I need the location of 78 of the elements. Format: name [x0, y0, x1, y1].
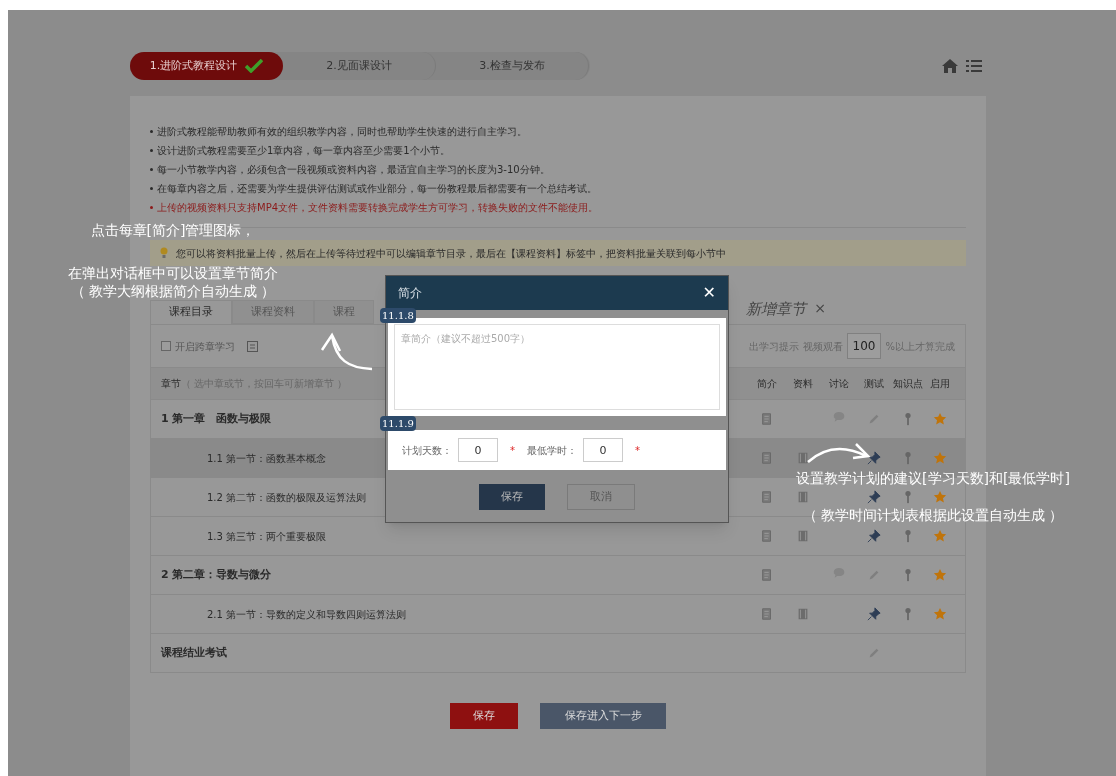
step-tab[interactable]: 2.见面课设计	[283, 52, 436, 80]
key-icon[interactable]	[904, 568, 912, 582]
pencil-icon[interactable]	[867, 646, 881, 660]
annotation-text: 设置教学计划的建议[学习天数]和[最低学时]	[796, 470, 1070, 486]
column-header: 章节	[161, 377, 181, 391]
home-icon[interactable]	[942, 59, 958, 73]
pencil-icon[interactable]	[867, 412, 881, 426]
step-tab[interactable]: 1.进阶式教程设计	[130, 52, 283, 80]
key-icon[interactable]	[904, 451, 912, 465]
save-button[interactable]: 保存	[450, 703, 518, 729]
film-icon[interactable]	[796, 607, 810, 621]
days-field[interactable]: 0	[458, 438, 498, 462]
close-button[interactable]: ✕	[702, 281, 716, 305]
bullet-icon	[150, 149, 153, 152]
document-icon[interactable]	[760, 412, 774, 426]
curved-arrow	[806, 440, 872, 466]
tip-text: 您可以将资料批量上传，然后在上传等待过程中可以编辑章节目录，最后在【课程资料】标签中，把资料批量关联到每小节中	[176, 246, 726, 261]
document-icon[interactable]	[760, 490, 774, 504]
note-text: 在每章内容之后，还需要为学生提供评估测试或作业部分，每一份教程最后都需要有一个总结考试。	[157, 182, 597, 196]
curved-arrow	[318, 332, 374, 372]
note-text: 进阶式教程能帮助教师有效的组织教学内容，同时也帮助学生快速的进行自主学习。	[157, 125, 527, 139]
intro-field[interactable]: 章简介（建议不超过500字）	[394, 324, 720, 410]
key-icon[interactable]	[904, 607, 912, 621]
document-icon[interactable]	[760, 451, 774, 465]
document-icon[interactable]	[760, 529, 774, 543]
key-icon[interactable]	[904, 490, 912, 504]
annotation-text: 点击每章[简介]管理图标，	[90, 222, 256, 238]
tab[interactable]: 课程目录	[150, 300, 232, 324]
list-icon[interactable]	[966, 59, 982, 73]
column-header: 讨论	[828, 377, 850, 391]
close-button[interactable]: ×	[814, 298, 826, 320]
pushpin-icon[interactable]	[867, 451, 881, 465]
star-icon[interactable]	[933, 568, 947, 582]
note-text: 上传的视频资料只支持MP4文件，文件资料需要转换完成学生方可学习，转换失败的文件不能使用。	[157, 201, 599, 215]
checkmark-icon	[245, 59, 264, 73]
film-icon[interactable]	[796, 529, 810, 543]
star-icon[interactable]	[933, 607, 947, 621]
annotation-text: （ 教学时间计划表根据此设置自动生成 ）	[802, 507, 1064, 523]
field-label: 最低学时：	[527, 443, 577, 458]
bullet-icon	[150, 168, 153, 171]
pencil-icon[interactable]	[867, 568, 881, 582]
add-chapter-link[interactable]: 新增章节	[746, 297, 807, 320]
key-icon[interactable]	[904, 529, 912, 543]
star-icon[interactable]	[933, 490, 947, 504]
annotation-text: （ 教学大纲根据简介自动生成 ）	[70, 283, 276, 299]
hours-field[interactable]: 0	[583, 438, 623, 462]
help-icon[interactable]	[247, 340, 258, 352]
column-header: 简介	[756, 377, 778, 391]
bullet-icon	[150, 187, 153, 190]
note-text: 每一小节教学内容，必须包含一段视频或资料内容，最适宜自主学习的长度为3-10分钟。	[157, 163, 550, 177]
film-icon[interactable]	[796, 490, 810, 504]
document-icon[interactable]	[760, 568, 774, 582]
lightbulb-icon	[160, 247, 168, 259]
bullet-icon	[150, 130, 153, 133]
step-tab[interactable]: 3.检查与发布	[436, 52, 589, 80]
column-header: 资料	[792, 377, 814, 391]
save-button[interactable]: 保存	[479, 484, 545, 510]
required-mark: *	[635, 443, 640, 458]
star-icon[interactable]	[933, 529, 947, 543]
key-icon[interactable]	[904, 412, 912, 426]
annotation-text: 在弹出对话框中可以设置章节简介	[68, 265, 278, 281]
column-header: 启用	[929, 377, 951, 391]
note-text: 设计进阶式教程需要至少1章内容，每一章内容至少需要1个小节。	[157, 144, 450, 158]
column-header: 知识点	[892, 377, 924, 391]
dialog-title: 简介	[398, 285, 422, 302]
column-header: 测试	[863, 377, 885, 391]
document-icon[interactable]	[760, 607, 774, 621]
percent-field[interactable]: 100	[846, 333, 882, 359]
star-icon[interactable]	[933, 412, 947, 426]
film-icon[interactable]	[796, 451, 810, 465]
checkbox[interactable]	[161, 341, 171, 351]
save-button[interactable]: 保存进入下一步	[540, 703, 666, 729]
step-tag: 11.1.8	[380, 308, 416, 323]
field-label: 计划天数：	[402, 443, 452, 458]
bullet-icon	[150, 206, 153, 209]
step-tag: 11.1.9	[380, 416, 416, 431]
star-icon[interactable]	[933, 451, 947, 465]
required-mark: *	[510, 443, 515, 458]
